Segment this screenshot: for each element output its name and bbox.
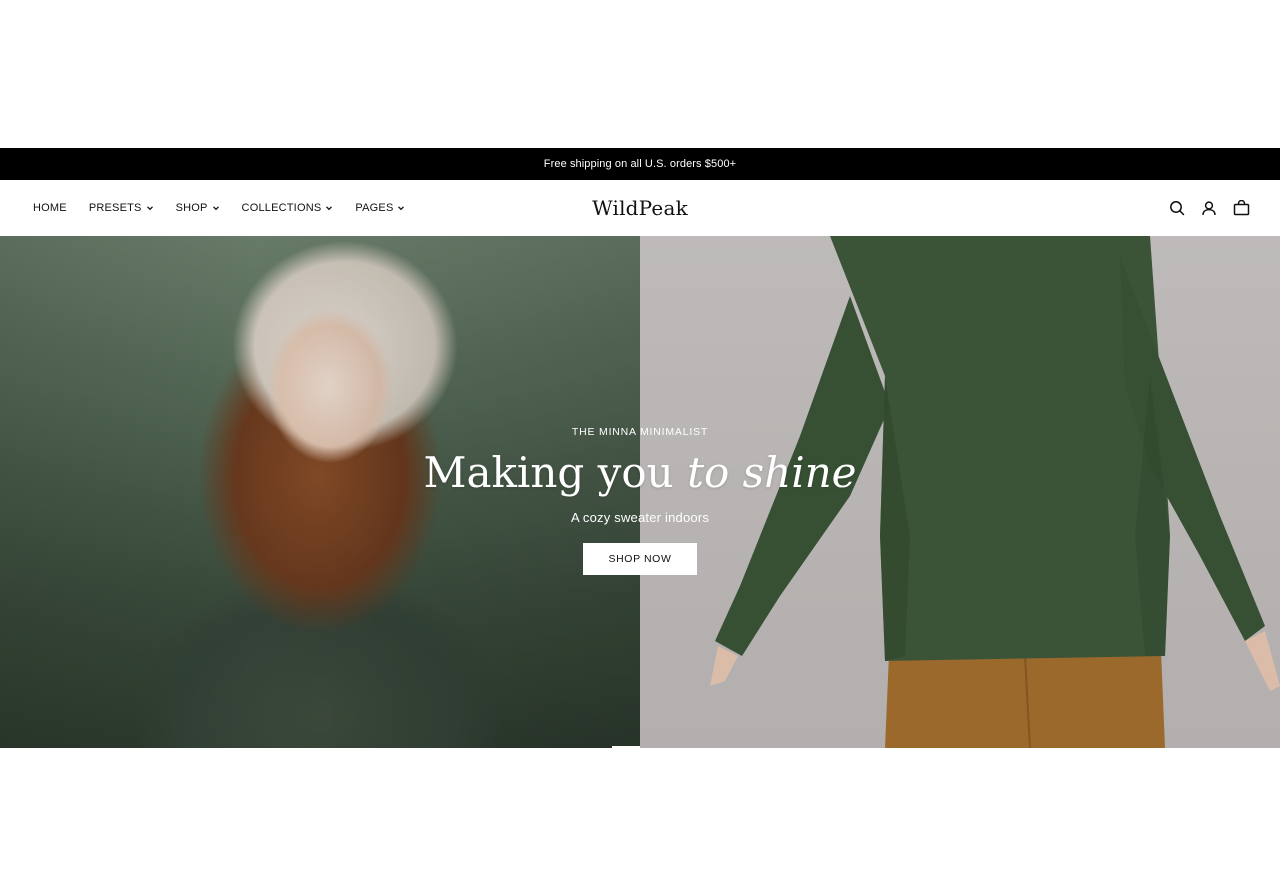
hero-headline-main: Making you	[423, 448, 674, 497]
nav-item-label: SHOP	[175, 202, 208, 214]
nav-item-shop[interactable]: SHOP	[176, 202, 220, 214]
header-icons	[1168, 180, 1250, 236]
slide-indicator[interactable]	[612, 746, 640, 748]
chevron-down-icon	[326, 206, 333, 211]
hero-subline: A cozy sweater indoors	[570, 510, 710, 526]
chevron-down-icon	[212, 206, 219, 211]
search-icon	[1170, 201, 1185, 216]
main-nav: HOME PRESETS SHOP COLLECTIONS PAGES	[33, 180, 427, 236]
cart-icon	[1233, 200, 1249, 216]
hero-headline-italic: to shine	[687, 448, 857, 497]
account-button[interactable]	[1200, 199, 1218, 217]
site-logo[interactable]: WildPeak	[592, 196, 688, 220]
chevron-down-icon	[146, 206, 153, 211]
nav-item-collections[interactable]: COLLECTIONS	[242, 202, 334, 214]
nav-item-pages[interactable]: PAGES	[355, 202, 405, 214]
shop-now-button[interactable]: SHOP NOW	[583, 543, 697, 576]
nav-item-presets[interactable]: PRESETS	[89, 202, 154, 214]
site-header: HOME PRESETS SHOP COLLECTIONS PAGES Wild…	[0, 180, 1280, 236]
account-icon	[1202, 201, 1216, 216]
nav-item-home[interactable]: HOME	[33, 202, 67, 214]
page: Free shipping on all U.S. orders $500+ H…	[0, 0, 1280, 896]
nav-item-label: COLLECTIONS	[241, 202, 322, 214]
hero-banner: THE MINNA MINIMALIST Making you to shine…	[0, 236, 1280, 748]
hero-headline: Making you to shine	[423, 448, 857, 497]
nav-item-label: PRESETS	[88, 202, 142, 214]
hero-content: THE MINNA MINIMALIST Making you to shine…	[0, 426, 1280, 576]
cart-button[interactable]	[1232, 199, 1250, 217]
announcement-bar: Free shipping on all U.S. orders $500+	[0, 148, 1280, 180]
nav-item-label: HOME	[33, 202, 67, 214]
search-button[interactable]	[1168, 199, 1186, 217]
announcement-text: Free shipping on all U.S. orders $500+	[543, 158, 737, 170]
nav-item-label: PAGES	[355, 202, 394, 214]
chevron-down-icon	[398, 206, 405, 211]
hero-eyebrow: THE MINNA MINIMALIST	[571, 426, 709, 438]
